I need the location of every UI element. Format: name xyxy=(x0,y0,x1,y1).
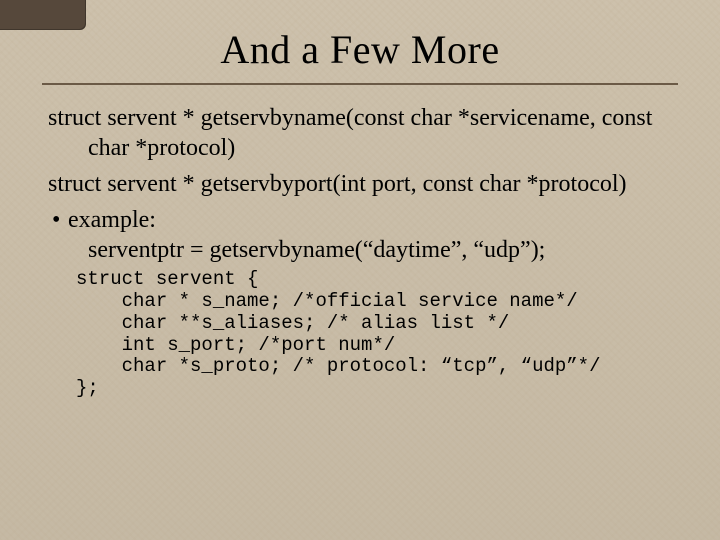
bullet-label: example: xyxy=(68,207,156,233)
title-rule xyxy=(42,83,678,85)
bullet-dot-icon: • xyxy=(52,205,68,235)
slide-content: struct servent * getservbyname(const cha… xyxy=(42,103,678,400)
declaration-getservbyname: struct servent * getservbyname(const cha… xyxy=(48,103,672,163)
bullet-example: •example: xyxy=(48,205,672,235)
example-call: serventptr = getservbyname(“daytime”, “u… xyxy=(48,235,672,265)
slide: And a Few More struct servent * getservb… xyxy=(0,0,720,540)
declaration-getservbyport: struct servent * getservbyport(int port,… xyxy=(48,169,672,199)
corner-decoration xyxy=(0,0,86,30)
slide-title: And a Few More xyxy=(42,22,678,83)
struct-servent-code: struct servent { char * s_name; /*offici… xyxy=(76,269,672,400)
